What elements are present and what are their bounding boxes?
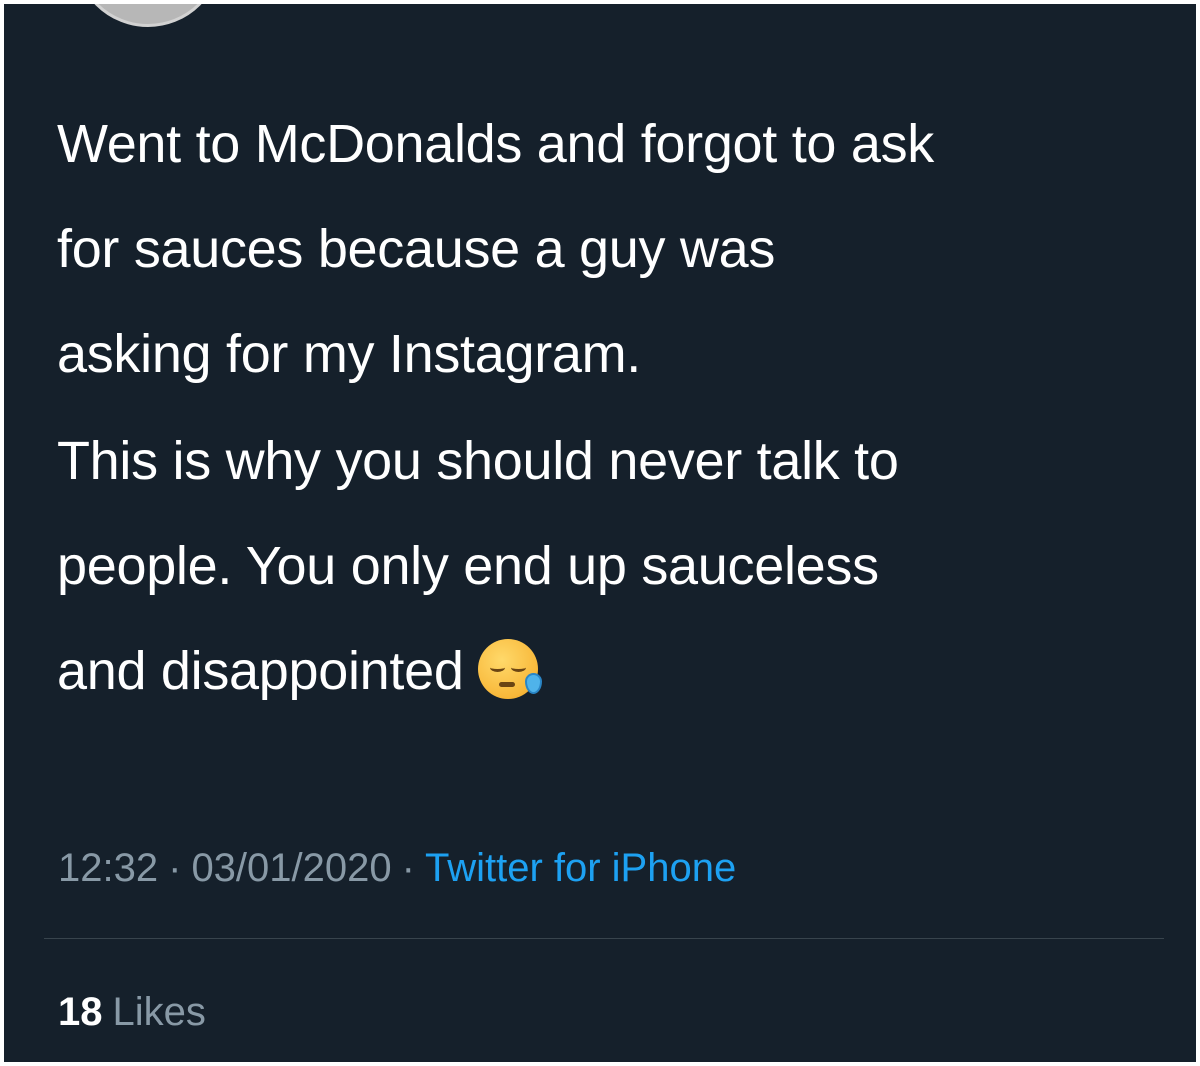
divider <box>44 938 1164 939</box>
tweet-line: This is why you should never talk to <box>57 431 899 491</box>
tweet-line: Went to McDonalds and forgot to ask <box>57 114 934 174</box>
meta-separator: · <box>401 846 415 890</box>
tweet-paragraph-1: Went to McDonalds and forgot to ask for … <box>57 92 1177 407</box>
tweet-detail: Went to McDonalds and forgot to ask for … <box>4 4 1196 1062</box>
likes-label: Likes <box>112 990 206 1034</box>
tweet-text: Went to McDonalds and forgot to ask for … <box>57 92 1177 724</box>
meta-separator: · <box>168 846 182 890</box>
tweet-time: 12:32 <box>58 846 159 890</box>
sleepy-face-emoji-icon <box>477 639 542 699</box>
tweet-line: asking for my Instagram. <box>57 324 642 384</box>
tweet-date: 03/01/2020 <box>191 846 392 890</box>
likes-count: 18 <box>58 990 103 1034</box>
likes-stat[interactable]: 18 Likes <box>58 984 206 1040</box>
tweet-line: for sauces because a guy was <box>57 219 776 279</box>
avatar[interactable] <box>74 4 222 27</box>
tweet-meta: 12:32 · 03/01/2020 · Twitter for iPhone <box>58 840 736 896</box>
tweet-line: and disappointed <box>57 641 464 701</box>
tweet-paragraph-2: This is why you should never talk to peo… <box>57 409 1177 724</box>
tweet-line: people. You only end up sauceless <box>57 536 879 596</box>
tweet-source-link[interactable]: Twitter for iPhone <box>425 846 736 890</box>
